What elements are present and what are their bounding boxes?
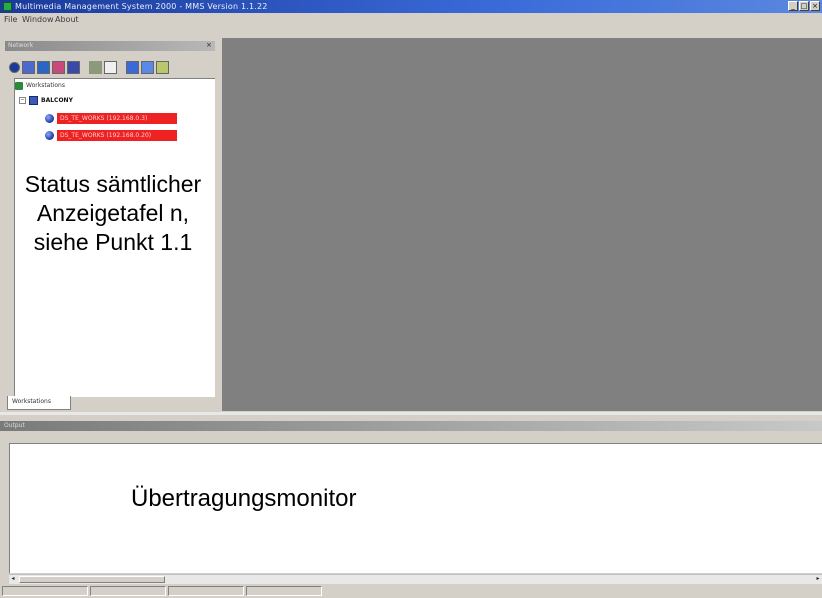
maximize-button[interactable]: □ [799,1,809,11]
scroll-left-icon[interactable]: ◂ [9,575,17,583]
window-title: Multimedia Management System 2000 - MMS … [15,2,268,11]
close-button[interactable]: × [810,1,820,11]
status-bar [0,586,822,598]
menu-window[interactable]: Window [22,14,54,25]
menu-about[interactable]: About [55,14,79,25]
display-board-icon [45,131,54,140]
menu-bar: File Window About [0,13,822,26]
app-icon[interactable] [3,2,12,11]
menu-file[interactable]: File [4,14,17,25]
status-pane [2,586,88,596]
collapse-icon[interactable]: − [19,97,26,104]
panel-tab-strip: Workstations [4,394,218,412]
group-icon [29,96,38,105]
window-controls: _ □ × [788,1,820,12]
tree-group[interactable]: − BALCONY [19,96,73,105]
text-icon[interactable] [22,61,35,74]
workstations-panel-caption[interactable]: Network × [5,41,215,51]
tree-root-label: Workstations [26,82,65,89]
horizontal-scrollbar[interactable]: ◂ ▸ [9,574,822,584]
display-board-icon [45,114,54,123]
tree-device[interactable]: DS_TE_WORKS (192.168.0.3) [45,113,177,124]
device-label: DS_TE_WORKS (192.168.0.3) [57,113,177,124]
info-icon[interactable] [126,61,139,74]
scroll-thumb[interactable] [19,576,165,583]
workstations-icon [15,82,23,90]
workstations-panel-title: Network [8,42,34,49]
settings-icon[interactable] [89,61,102,74]
output-panel-title: Output [4,422,25,429]
tab-workstations[interactable]: Workstations [7,396,71,410]
status-annotation: Status sämtlicher Anzeigetafel n, siehe … [24,171,202,255]
help-icon[interactable] [141,61,154,74]
output-panel-caption[interactable]: Output [0,421,822,431]
window-icon[interactable] [104,61,117,74]
horizontal-splitter[interactable] [0,412,822,415]
upload-icon[interactable] [37,61,50,74]
status-pane [246,586,322,596]
refresh-icon[interactable] [156,61,169,74]
tab-workstations-label: Workstations [12,398,51,405]
monitor-annotation: Übertragungsmonitor [131,485,357,512]
title-bar: Multimedia Management System 2000 - MMS … [0,0,822,13]
minimize-button[interactable]: _ [788,1,798,11]
transmission-monitor[interactable]: Übertragungsmonitor [9,443,822,573]
panel-close-icon[interactable]: × [206,42,213,49]
status-pane [90,586,166,596]
connect-icon[interactable] [9,62,20,73]
image-icon[interactable] [52,61,65,74]
panel-toolbar [9,59,214,76]
scroll-right-icon[interactable]: ▸ [814,575,822,583]
tree-root[interactable]: Workstations [15,82,65,90]
mdi-workspace[interactable] [222,38,822,411]
video-icon[interactable] [67,61,80,74]
tree-device[interactable]: DS_TE_WORKS (192.168.0.20) [45,130,177,141]
tree-group-label: BALCONY [41,96,73,104]
status-pane [168,586,244,596]
device-label: DS_TE_WORKS (192.168.0.20) [57,130,177,141]
